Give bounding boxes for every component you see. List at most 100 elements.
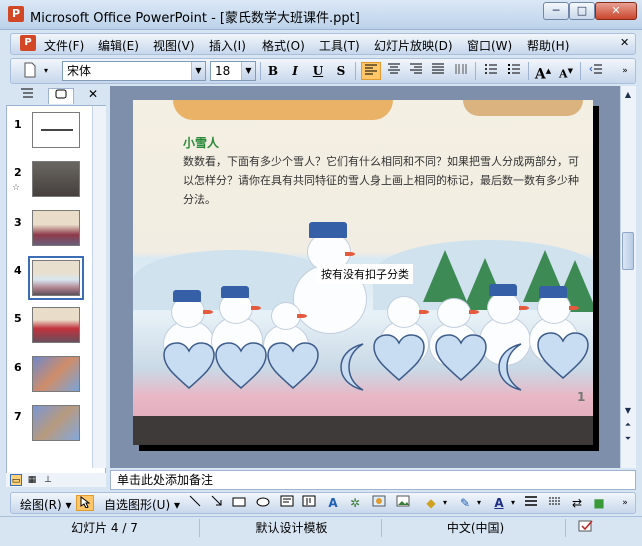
bold-button[interactable]: B — [263, 62, 283, 80]
heart-shape[interactable] — [215, 342, 267, 390]
vertical-textbox-icon[interactable] — [300, 495, 318, 511]
scroll-up-icon[interactable]: ▲ — [621, 88, 635, 102]
autoshapes-menu-button[interactable]: 自选图形(U) ▾ — [104, 496, 180, 513]
toolbar-separator — [475, 62, 476, 80]
previous-slide-icon[interactable]: ⏶ — [621, 418, 635, 432]
slides-tab-icon[interactable] — [48, 88, 74, 104]
oval-tool-icon[interactable] — [254, 495, 272, 511]
slide-thumbnail-7[interactable] — [32, 405, 80, 441]
line-color-dropdown-icon[interactable]: ▾ — [474, 495, 484, 511]
current-slide[interactable]: 小雪人 数数看，下面有多少个雪人？它们有什么相同和不同？如果把雪人分成两部分，可… — [133, 100, 593, 445]
draw-menu-button[interactable]: 绘图(R) ▾ — [20, 496, 72, 513]
snowman-nose — [569, 306, 579, 310]
font-color-icon[interactable]: A — [490, 495, 508, 511]
menu-edit[interactable]: 编辑(E) — [98, 37, 139, 54]
new-document-icon[interactable] — [20, 62, 40, 80]
toolbar-separator — [355, 62, 356, 80]
heart-shape[interactable] — [435, 334, 487, 382]
scroll-thumb[interactable] — [622, 232, 634, 270]
italic-button[interactable]: I — [285, 62, 305, 80]
align-right-icon[interactable] — [406, 62, 426, 80]
clipart-icon[interactable] — [370, 495, 388, 511]
shadow-style-icon[interactable]: ■ — [590, 495, 608, 511]
slide-thumbnail-4[interactable] — [32, 260, 80, 296]
chevron-down-icon[interactable]: ▼ — [241, 62, 255, 80]
distributed-icon[interactable] — [451, 62, 471, 80]
minimize-button[interactable]: ─ — [543, 2, 569, 20]
line-tool-icon[interactable] — [186, 495, 204, 511]
dash-style-icon[interactable] — [546, 495, 564, 511]
menu-help[interactable]: 帮助(H) — [527, 37, 569, 54]
menu-format[interactable]: 格式(O) — [262, 37, 305, 54]
next-slide-icon[interactable]: ⏷ — [621, 432, 635, 446]
slideshow-icon[interactable]: ⊥ — [42, 474, 54, 486]
slide-thumbnail-6[interactable] — [32, 356, 80, 392]
bullets-icon[interactable] — [504, 62, 524, 80]
menu-file[interactable]: 文件(F) — [44, 37, 84, 54]
slide-number: 3 — [14, 216, 22, 229]
diagram-icon[interactable]: ✲ — [346, 495, 364, 511]
toolbar-options-icon[interactable]: » — [618, 495, 632, 511]
scroll-down-icon[interactable]: ▼ — [621, 404, 635, 418]
menu-slideshow[interactable]: 幻灯片放映(D) — [374, 37, 453, 54]
wordart-icon[interactable]: A — [324, 495, 342, 511]
increase-font-icon[interactable]: A▲ — [533, 62, 553, 83]
select-cursor-icon[interactable] — [76, 495, 94, 511]
fill-color-icon[interactable]: ◆ — [422, 495, 440, 511]
maximize-button[interactable]: □ — [569, 2, 595, 20]
underline-button[interactable]: U — [308, 62, 328, 80]
heart-shape[interactable] — [373, 334, 425, 382]
decrease-font-icon[interactable]: A▼ — [556, 62, 576, 81]
fill-color-dropdown-icon[interactable]: ▾ — [440, 495, 450, 511]
slide-thumbnail-2[interactable] — [32, 161, 80, 197]
heart-shape[interactable] — [537, 332, 589, 380]
shadow-button[interactable]: S — [331, 62, 351, 80]
insert-picture-icon[interactable] — [394, 495, 412, 511]
moon-shape[interactable] — [339, 342, 367, 392]
line-color-icon[interactable]: ✎ — [456, 495, 474, 511]
arrow-style-icon[interactable]: ⇄ — [568, 495, 586, 511]
status-template: 默认设计模板 — [202, 519, 382, 537]
textbox-tool-icon[interactable] — [278, 495, 296, 511]
classification-label[interactable]: 按有没有扣子分类 — [317, 264, 413, 284]
menu-view[interactable]: 视图(V) — [153, 37, 195, 54]
align-left-icon[interactable] — [361, 62, 381, 80]
align-center-icon[interactable] — [384, 62, 404, 80]
snowman-hat — [489, 284, 517, 296]
close-window-button[interactable]: ✕ — [595, 2, 637, 20]
slides-pane-scrollbar[interactable] — [92, 106, 106, 468]
justify-icon[interactable] — [428, 62, 448, 80]
slide-sorter-icon[interactable]: ▦ — [26, 474, 38, 486]
document-icon[interactable]: P — [20, 35, 36, 51]
notes-placeholder: 单击此处添加备注 — [117, 473, 214, 487]
menu-window[interactable]: 窗口(W) — [467, 37, 512, 54]
numbering-icon[interactable] — [481, 62, 501, 80]
snowman-hat — [221, 286, 249, 298]
decrease-indent-icon[interactable] — [586, 62, 606, 80]
close-pane-icon[interactable]: ✕ — [88, 87, 98, 101]
slide-thumbnail-3[interactable] — [32, 210, 80, 246]
heart-shape[interactable] — [163, 342, 215, 390]
pine-tree — [423, 250, 467, 302]
font-name-select[interactable]: 宋体 ▼ — [62, 61, 206, 81]
rectangle-tool-icon[interactable] — [230, 495, 248, 511]
font-color-dropdown-icon[interactable]: ▾ — [508, 495, 518, 511]
close-document-icon[interactable]: ✕ — [620, 36, 629, 49]
slide-thumbnail-1[interactable] — [32, 112, 80, 148]
menu-insert[interactable]: 插入(I) — [209, 37, 246, 54]
line-style-icon[interactable] — [522, 495, 540, 511]
slide-thumbnail-5[interactable] — [32, 307, 80, 343]
notes-pane[interactable]: 单击此处添加备注 — [110, 470, 636, 490]
toolbar-options-icon[interactable]: » — [618, 62, 632, 80]
heart-shape[interactable] — [267, 342, 319, 390]
font-size-select[interactable]: 18 ▼ — [210, 61, 256, 81]
outline-tab-icon[interactable] — [14, 88, 40, 104]
spelling-check-icon[interactable] — [572, 519, 600, 537]
arrow-tool-icon[interactable] — [208, 495, 226, 511]
slide-number: 5 — [14, 312, 22, 325]
normal-view-icon[interactable]: ▭ — [10, 474, 22, 486]
menu-tools[interactable]: 工具(T) — [319, 37, 360, 54]
moon-shape[interactable] — [497, 342, 525, 392]
new-dropdown-icon[interactable]: ▾ — [40, 62, 52, 80]
chevron-down-icon[interactable]: ▼ — [191, 62, 205, 80]
